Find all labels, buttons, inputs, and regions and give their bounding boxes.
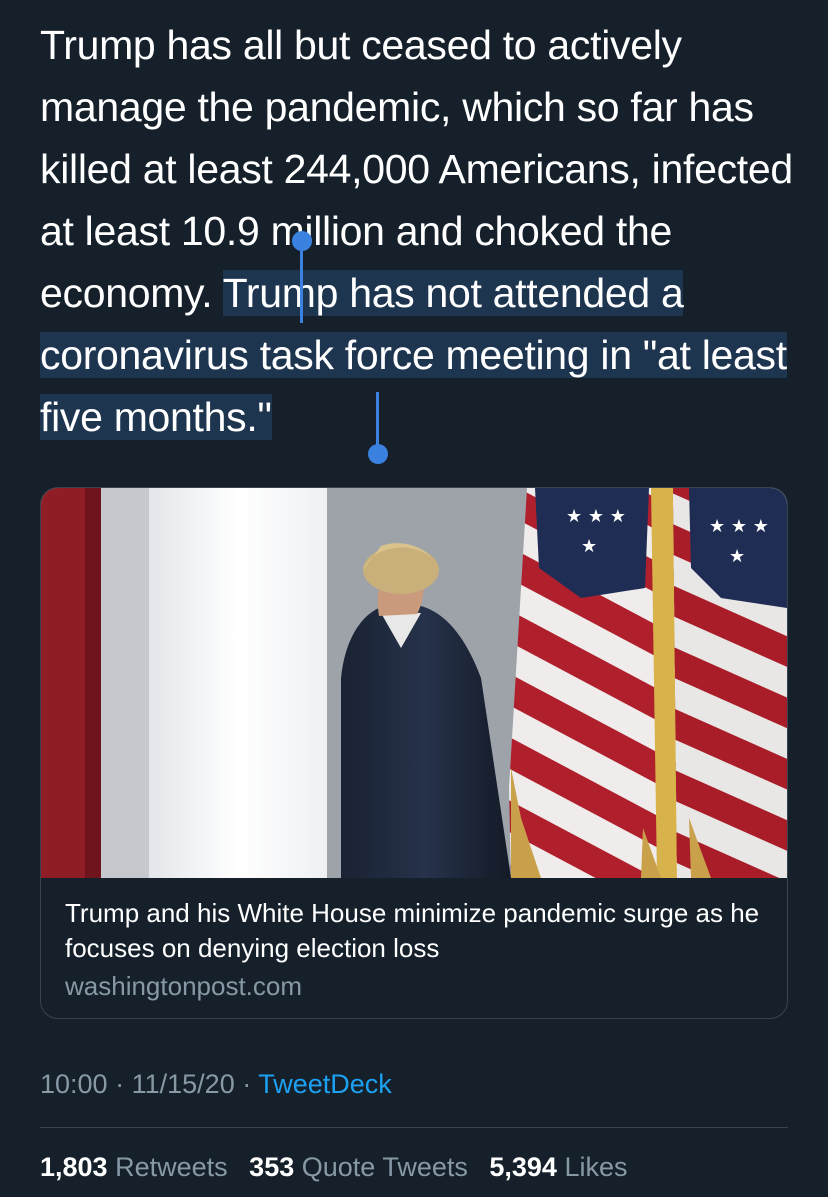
tweet-stats: 1,803 Retweets 353 Quote Tweets 5,394 Li… (40, 1148, 642, 1186)
quote-tweets-label: Quote Tweets (301, 1152, 468, 1182)
tweet-date: 11/15/20 (131, 1069, 235, 1099)
card-title[interactable]: Trump and his White House minimize pande… (65, 896, 765, 966)
svg-text:★ ★ ★: ★ ★ ★ (566, 506, 626, 527)
selection-end-handle[interactable] (367, 392, 389, 464)
tweet-text: Trump has all but ceased to actively man… (40, 14, 800, 448)
tweet-source-link[interactable]: TweetDeck (258, 1069, 392, 1099)
svg-text:★ ★ ★: ★ ★ ★ (709, 516, 769, 537)
retweets-stat[interactable]: 1,803 Retweets (40, 1152, 228, 1182)
tweet-time: 10:00 (40, 1069, 108, 1099)
svg-text:★: ★ (581, 536, 597, 557)
meta-separator: · (242, 1069, 252, 1099)
quote-tweets-stat[interactable]: 353 Quote Tweets (249, 1152, 468, 1182)
retweets-label: Retweets (115, 1152, 228, 1182)
svg-text:★: ★ (729, 546, 745, 567)
retweets-count: 1,803 (40, 1152, 108, 1182)
card-domain: washingtonpost.com (65, 971, 303, 1001)
likes-stat[interactable]: 5,394 Likes (489, 1152, 627, 1182)
likes-count: 5,394 (489, 1152, 557, 1182)
link-card[interactable]: ★ ★ ★ ★ ★ ★ ★ ★ Trump and his White Hous… (40, 487, 788, 1019)
selection-start-handle[interactable] (291, 231, 313, 323)
quote-tweets-count: 353 (249, 1152, 295, 1182)
tweet-meta: 10:00 · 11/15/20 · TweetDeck (40, 1066, 392, 1102)
divider (40, 1127, 788, 1128)
likes-label: Likes (564, 1152, 628, 1182)
meta-separator: · (115, 1069, 125, 1099)
card-image[interactable]: ★ ★ ★ ★ ★ ★ ★ ★ (41, 488, 787, 878)
